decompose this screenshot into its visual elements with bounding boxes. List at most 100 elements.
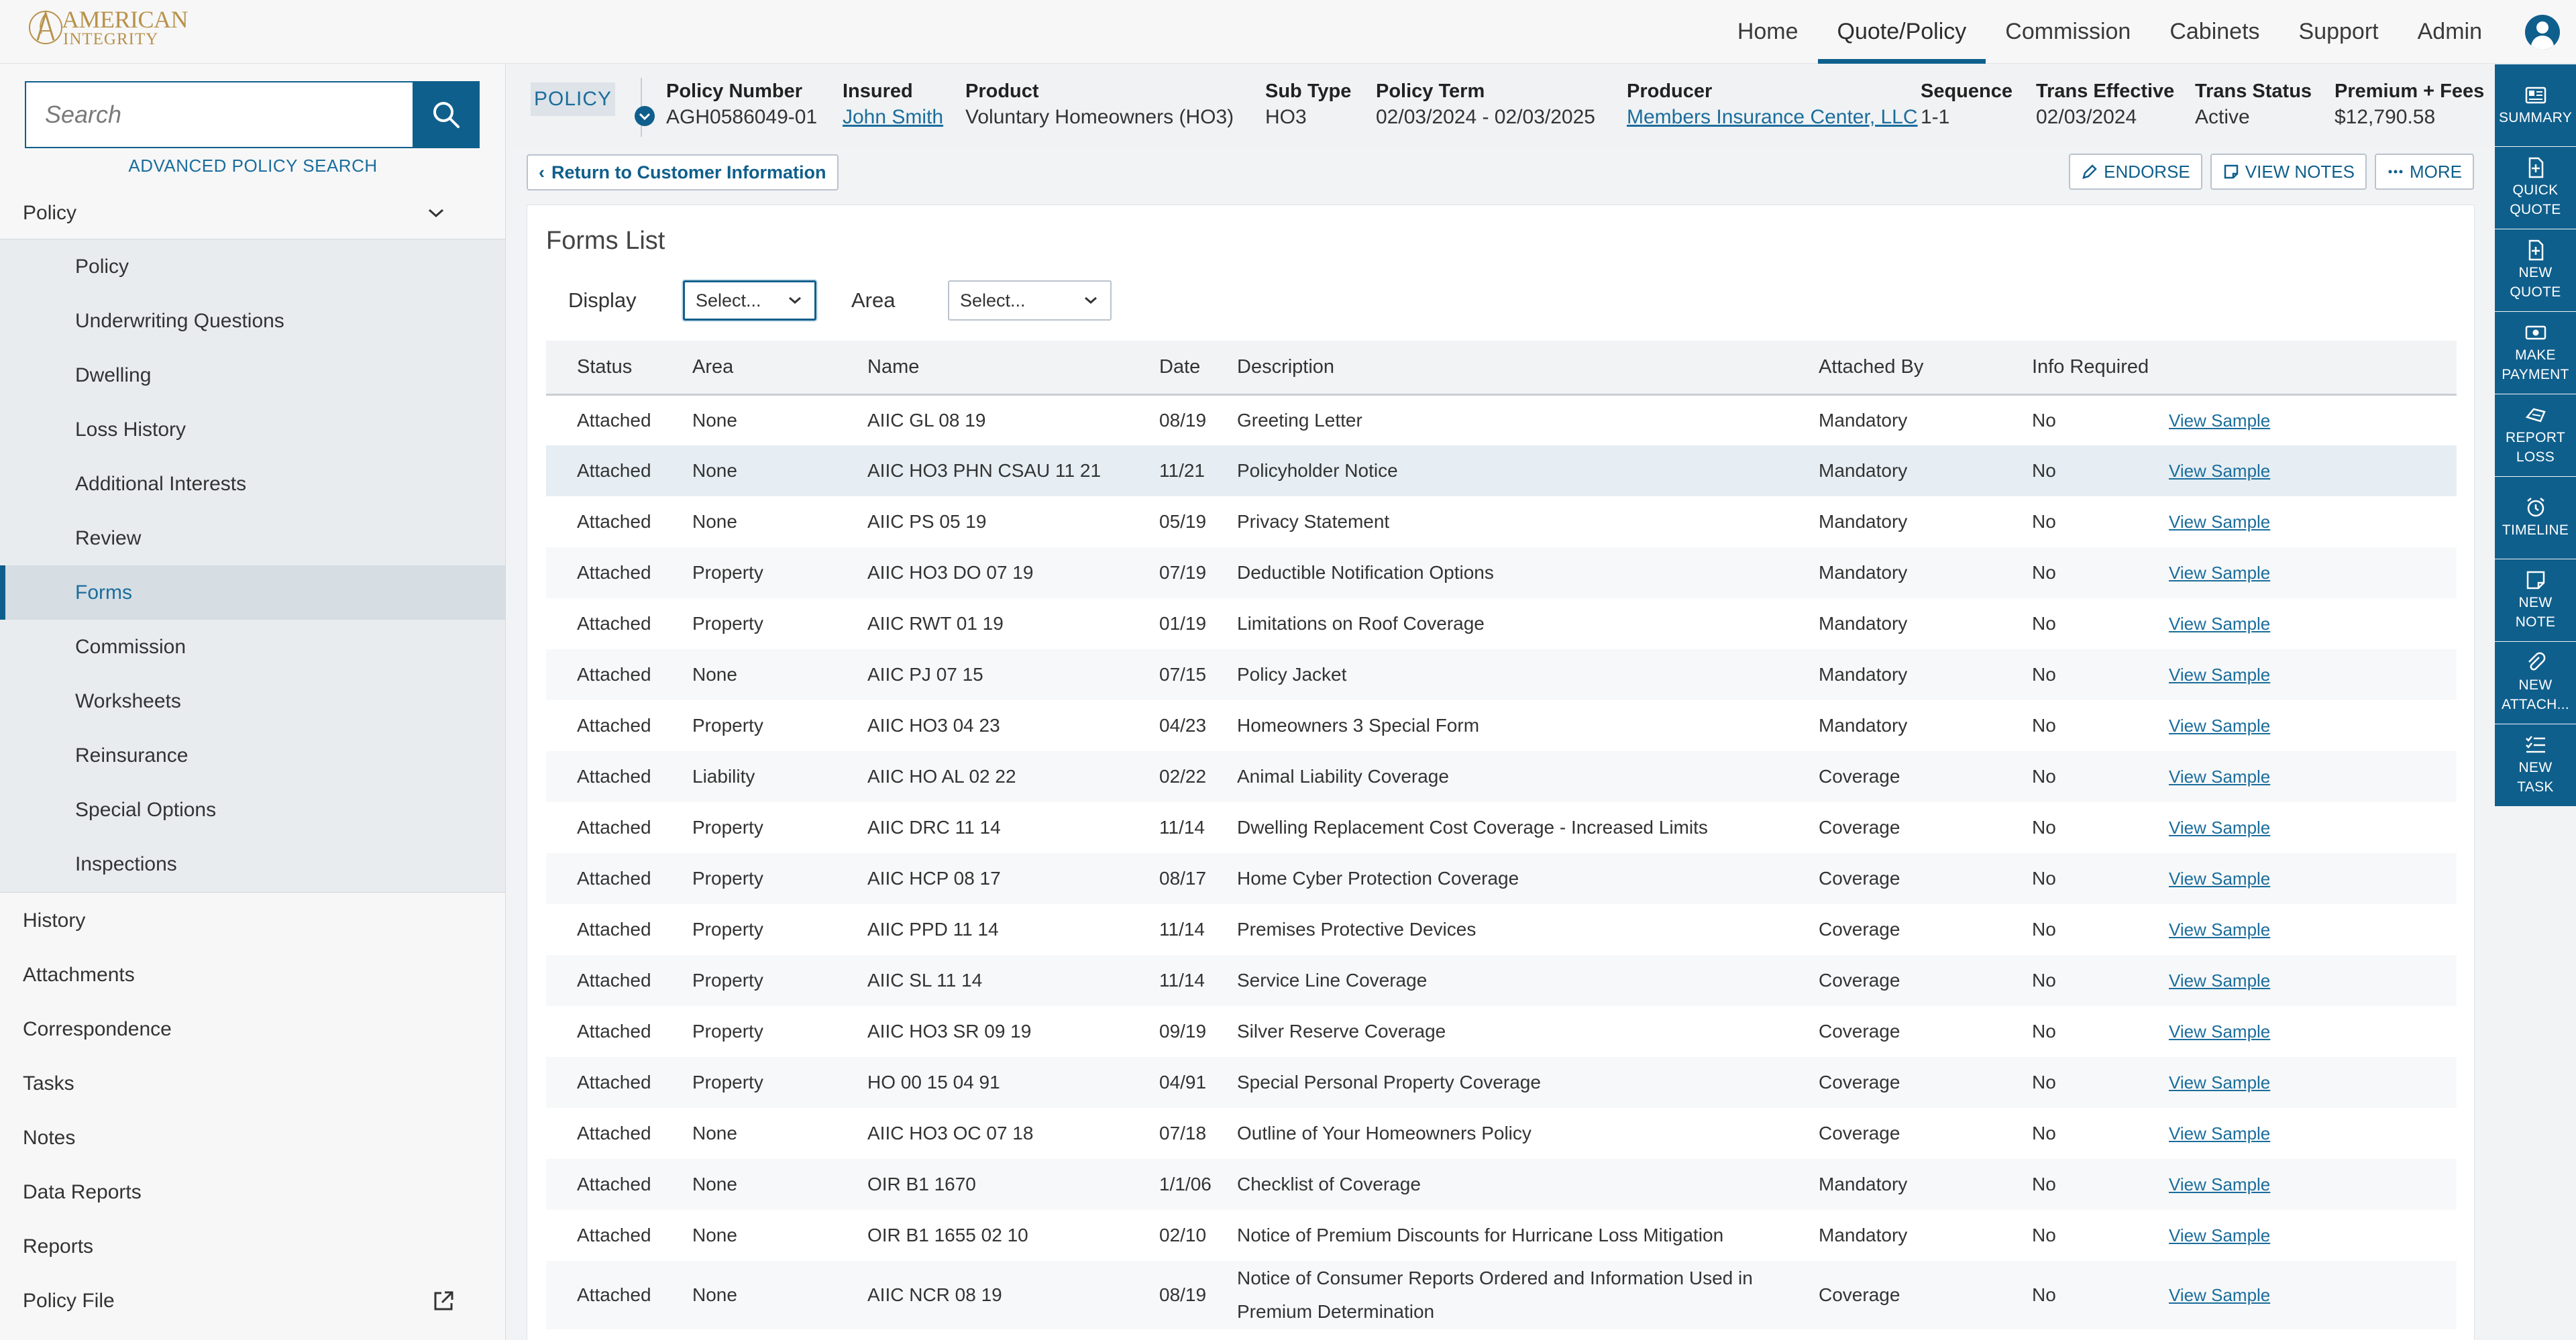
column-header-info-required[interactable]: Info Required: [2032, 341, 2169, 396]
sidebar-item-underwriting-questions[interactable]: Underwriting Questions: [0, 294, 505, 348]
view-sample-link[interactable]: View Sample: [2169, 665, 2270, 685]
table-header-row: Status Area Name Date Description Attach…: [546, 341, 2457, 396]
rail-summary-button[interactable]: SUMMARY: [2495, 64, 2576, 146]
search-button[interactable]: [413, 81, 480, 148]
view-sample-link[interactable]: View Sample: [2169, 1174, 2270, 1194]
table-row[interactable]: Attached Property AIIC HCP 08 17 08/17 Home …: [546, 853, 2457, 904]
area-select[interactable]: Select...: [948, 280, 1112, 321]
sidebar-item-policy-file[interactable]: Policy File: [0, 1274, 505, 1328]
insured-link[interactable]: John Smith: [843, 106, 943, 129]
sidebar-item-policy[interactable]: Policy: [0, 239, 505, 294]
sidebar-item-review[interactable]: Review: [0, 511, 505, 565]
rail-new-attachment-button[interactable]: NEW ATTACH...: [2495, 642, 2576, 724]
sidebar-item-history[interactable]: History: [0, 893, 505, 948]
view-sample-link[interactable]: View Sample: [2169, 1021, 2270, 1042]
table-row[interactable]: Attached Liability AIIC HO AL 02 22 02/22 An…: [546, 751, 2457, 802]
view-sample-link[interactable]: View Sample: [2169, 461, 2270, 481]
view-sample-link[interactable]: View Sample: [2169, 767, 2270, 787]
column-header-description[interactable]: Description: [1237, 341, 1819, 396]
view-sample-link[interactable]: View Sample: [2169, 614, 2270, 634]
view-sample-link[interactable]: View Sample: [2169, 1225, 2270, 1245]
table-row[interactable]: Attached Property AIIC DRC 11 14 11/14 Dwell…: [546, 802, 2457, 853]
sidebar-item-reports[interactable]: Reports: [0, 1219, 505, 1274]
advanced-policy-search-link[interactable]: ADVANCED POLICY SEARCH: [0, 156, 506, 176]
summary-icon: [2525, 87, 2546, 103]
table-row[interactable]: Attached Property AIIC SL 11 14 11/14 Servic…: [546, 955, 2457, 1006]
collapse-header-button[interactable]: [635, 106, 655, 126]
sidebar-item-additional-interests[interactable]: Additional Interests: [0, 457, 505, 511]
column-header-date[interactable]: Date: [1159, 341, 1237, 396]
table-row[interactable]: Attached None AIIC GL 08 19 08/19 Greeting L…: [546, 394, 2457, 445]
column-header-area[interactable]: Area: [692, 341, 867, 396]
table-row[interactable]: Attached None OIR B1 1670 1/1/06 Checklist o…: [546, 1159, 2457, 1210]
table-row[interactable]: Attached Property HO 00 15 04 91 04/91 Speci…: [546, 1057, 2457, 1108]
nav-cabinets[interactable]: Cabinets: [2150, 0, 2279, 64]
sidebar-item-special-options[interactable]: Special Options: [0, 783, 505, 837]
return-to-customer-button[interactable]: ‹ Return to Customer Information: [527, 154, 839, 190]
view-notes-button[interactable]: VIEW NOTES: [2210, 154, 2367, 190]
sidebar-item-correspondence[interactable]: Correspondence: [0, 1002, 505, 1056]
table-row[interactable]: Attached Property AIIC RWT 01 19 01/19 Limit…: [546, 598, 2457, 649]
sidebar-item-reinsurance[interactable]: Reinsurance: [0, 728, 505, 783]
sidebar-item-worksheets[interactable]: Worksheets: [0, 674, 505, 728]
more-button[interactable]: MORE: [2375, 154, 2474, 190]
producer-link[interactable]: Members Insurance Center, LLC: [1627, 106, 1918, 129]
sidebar-item-data-reports[interactable]: Data Reports: [0, 1165, 505, 1219]
table-row[interactable]: Attached None AIIC HO3 OC 07 18 07/18 Outlin…: [546, 1108, 2457, 1159]
endorse-button[interactable]: ENDORSE: [2069, 154, 2202, 190]
table-row[interactable]: Attached None AIIC PJ 07 15 07/15 Policy Jac…: [546, 649, 2457, 700]
sidebar-item-tasks[interactable]: Tasks: [0, 1056, 505, 1111]
table-row[interactable]: Attached Property AIIC PPD 11 14 11/14 Premi…: [546, 904, 2457, 955]
sidebar-item-notes[interactable]: Notes: [0, 1111, 505, 1165]
nav-commission[interactable]: Commission: [1986, 0, 2150, 64]
column-header-name[interactable]: Name: [867, 341, 1159, 396]
sidebar-item-commission[interactable]: Commission: [0, 620, 505, 674]
sidebar-item-loss-history[interactable]: Loss History: [0, 402, 505, 457]
table-row[interactable]: Attached Property AIIC HO3 04 23 04/23 Homeo…: [546, 700, 2457, 751]
table-row[interactable]: Attached None AIIC NCR 08 19 08/19 Notice of…: [546, 1261, 2457, 1329]
rail-new-task-button[interactable]: NEW TASK: [2495, 724, 2576, 806]
rail-timeline-button[interactable]: TIMELINE: [2495, 477, 2576, 559]
table-row[interactable]: Attached None OIR B1 1655 02 10 02/10 Notice…: [546, 1210, 2457, 1261]
sidebar-item-inspections[interactable]: Inspections: [0, 837, 505, 891]
sidebar-item-forms[interactable]: Forms: [0, 565, 505, 620]
note-icon: [2526, 571, 2544, 590]
view-sample-link[interactable]: View Sample: [2169, 1072, 2270, 1093]
cell-date: 04/23: [1159, 715, 1207, 736]
american-integrity-logo[interactable]: AMERICAN INTEGRITY: [25, 7, 189, 48]
rail-quick-quote-button[interactable]: QUICK QUOTE: [2495, 147, 2576, 229]
field-trans-effective: Trans Effective 02/03/2024: [2036, 80, 2175, 128]
rail-make-payment-button[interactable]: MAKE PAYMENT: [2495, 312, 2576, 394]
view-sample-link[interactable]: View Sample: [2169, 818, 2270, 838]
view-sample-link[interactable]: View Sample: [2169, 970, 2270, 991]
table-row[interactable]: Attached None AIIC PS 05 19 05/19 Privacy St…: [546, 496, 2457, 547]
view-sample-link[interactable]: View Sample: [2169, 1123, 2270, 1143]
rail-report-loss-button[interactable]: REPORT LOSS: [2495, 394, 2576, 476]
table-row[interactable]: Attached Property AIIC HO3 SR 09 19 09/19 Si…: [546, 1006, 2457, 1057]
table-row[interactable]: Attached Property AIIC HO3 DO 07 19 07/19 De…: [546, 547, 2457, 598]
view-sample-link[interactable]: View Sample: [2169, 716, 2270, 736]
table-row[interactable]: Attached None AIIC HO3 PHN CSAU 11 21 11/21…: [546, 445, 2457, 496]
search-input[interactable]: [25, 81, 413, 148]
nav-admin[interactable]: Admin: [2398, 0, 2502, 64]
view-sample-link[interactable]: View Sample: [2169, 869, 2270, 889]
user-avatar-icon[interactable]: [2525, 14, 2560, 50]
display-select[interactable]: Select...: [683, 280, 816, 321]
sidebar-item-attachments[interactable]: Attachments: [0, 948, 505, 1002]
nav-support[interactable]: Support: [2279, 0, 2398, 64]
view-sample-link[interactable]: View Sample: [2169, 563, 2270, 583]
cell-date: 11/14: [1159, 955, 1237, 1006]
column-header-status[interactable]: Status: [546, 341, 692, 396]
view-sample-link[interactable]: View Sample: [2169, 1285, 2270, 1305]
view-sample-link[interactable]: View Sample: [2169, 512, 2270, 532]
nav-quote-policy[interactable]: Quote/Policy: [1817, 0, 1986, 64]
field-sequence: Sequence 1-1: [1921, 80, 2012, 128]
sidebar-section-policy[interactable]: Policy: [0, 188, 505, 238]
rail-new-note-button[interactable]: NEW NOTE: [2495, 559, 2576, 641]
nav-home[interactable]: Home: [1718, 0, 1818, 64]
view-sample-link[interactable]: View Sample: [2169, 410, 2270, 431]
sidebar-item-dwelling[interactable]: Dwelling: [0, 348, 505, 402]
rail-new-quote-button[interactable]: NEW QUOTE: [2495, 229, 2576, 311]
column-header-attached-by[interactable]: Attached By: [1819, 341, 2032, 396]
view-sample-link[interactable]: View Sample: [2169, 919, 2270, 940]
